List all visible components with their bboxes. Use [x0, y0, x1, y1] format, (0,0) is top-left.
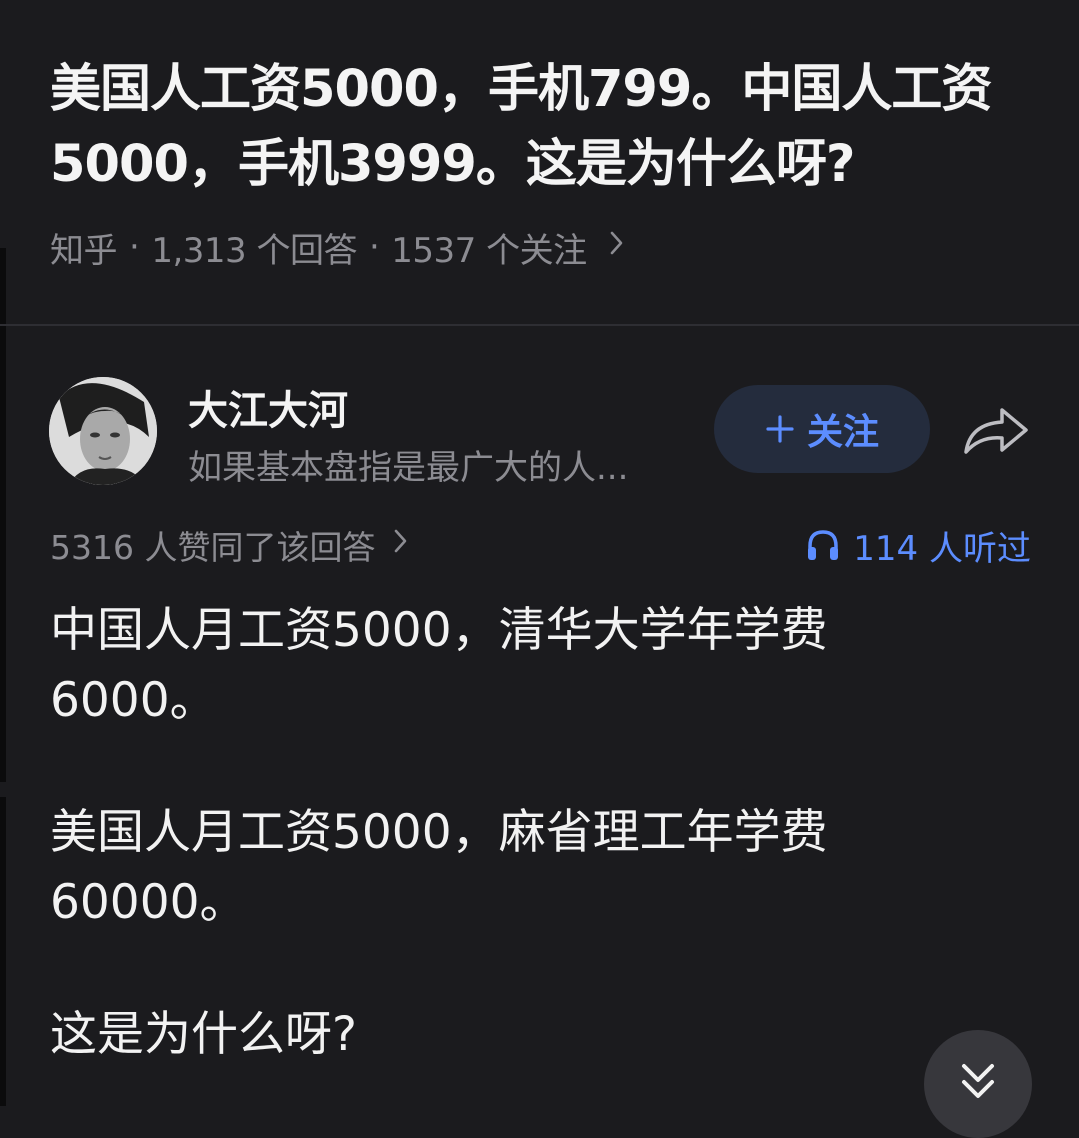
author-bio: 如果基本盘指是最广大的人...	[188, 448, 629, 488]
chevron-right-icon	[609, 229, 625, 265]
question-meta[interactable]: 知乎 · 1,313 个回答 · 1537 个关注	[50, 222, 625, 272]
follow-label: 关注	[806, 412, 879, 453]
left-edge-bar	[0, 797, 6, 1106]
source-label: 知乎	[50, 230, 118, 271]
followers-count: 1537 个关注	[391, 230, 587, 271]
answer-paragraph: 美国人月工资5000，麻省理工年学费60000。	[50, 805, 828, 930]
separator: ·	[368, 227, 380, 267]
author-avatar[interactable]	[49, 377, 157, 485]
chevron-right-icon	[393, 527, 409, 563]
upvotes-info[interactable]: 5316 人赞同了该回答	[50, 520, 409, 570]
answer-paragraph: 中国人月工资5000，清华大学年学费6000。	[50, 603, 828, 728]
answer-paragraph: 这是为什么呀?	[50, 1007, 357, 1062]
author-name[interactable]: 大江大河	[188, 378, 348, 436]
plus-icon	[765, 405, 795, 454]
double-chevron-down-icon	[962, 1064, 994, 1098]
headphones-icon	[808, 530, 839, 560]
answer-content[interactable]: 中国人月工资5000，清华大学年学费6000。 美国人月工资5000，麻省理工年…	[50, 596, 930, 1132]
upvotes-text: 5316 人赞同了该回答	[50, 528, 376, 567]
share-arrow-icon	[964, 408, 1028, 454]
listen-info[interactable]: 114 人听过	[805, 520, 1031, 570]
divider	[0, 324, 1079, 326]
share-button[interactable]	[960, 400, 1032, 462]
follow-button[interactable]: 关注	[714, 385, 930, 473]
listened-text: 114 人听过	[853, 528, 1031, 569]
separator: ·	[129, 227, 140, 267]
left-edge-bar	[0, 248, 6, 782]
question-title[interactable]: 美国人工资5000，手机799。中国人工资5000，手机3999。这是为什么呀?	[50, 52, 1050, 202]
answers-count: 1,313 个回答	[151, 230, 357, 271]
scroll-down-button[interactable]	[924, 1030, 1032, 1138]
